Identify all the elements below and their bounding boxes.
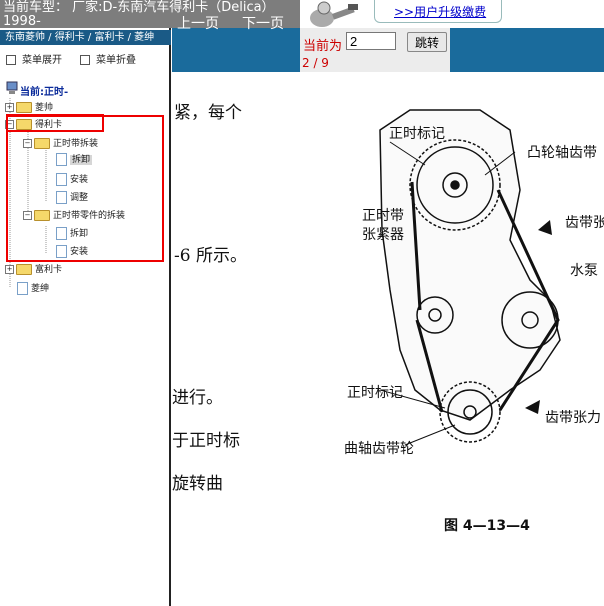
content-line: -6 所示。 — [174, 246, 247, 266]
label-timing-mark-bottom: 正时标记 — [347, 385, 403, 401]
page-count: 2 / 9 — [302, 56, 329, 70]
computer-icon — [6, 81, 18, 94]
folder-icon — [16, 264, 32, 275]
figure-caption: 图 4—13—4 — [444, 518, 530, 534]
expand-icon — [6, 55, 16, 65]
folder-icon — [16, 102, 32, 113]
upgrade-link[interactable]: >>用户升级缴费 — [394, 3, 486, 20]
expand-all-button[interactable]: 菜单展开 — [6, 51, 62, 66]
collapse-all-button[interactable]: 菜单折叠 — [80, 51, 136, 66]
expand-icon: + — [5, 265, 14, 274]
tree-item-lingshen[interactable]: 菱绅 — [17, 281, 49, 297]
label-toothed-belt: 齿带张 — [565, 215, 604, 231]
tree-label: 菱帅 — [35, 103, 54, 113]
tree-item-fulika[interactable]: + 富利卡 — [5, 262, 62, 278]
breadcrumb: 东南菱帅 / 得利卡 / 富利卡 / 菱绅 — [0, 30, 171, 45]
highlight-box-large — [6, 115, 164, 262]
tree-label: 菱绅 — [31, 284, 50, 294]
content-line: 旋转曲 — [172, 474, 223, 494]
tree-label: 富利卡 — [35, 265, 63, 275]
label-crank-sprocket: 曲轴齿带轮 — [344, 441, 414, 457]
sidebar: 东南菱帅 / 得利卡 / 富利卡 / 菱绅 菜单展开 菜单折叠 当前:正时- +… — [0, 28, 171, 606]
collapse-icon — [80, 55, 90, 65]
label-timing-mark-top: 正时标记 — [389, 126, 445, 142]
prev-page-button[interactable]: 上一页 — [177, 13, 219, 33]
expand-all-label: 菜单展开 — [22, 55, 62, 66]
page-number-input[interactable] — [346, 32, 396, 50]
content-line: 进行。 — [172, 388, 223, 408]
content-line: 紧，每个 — [174, 103, 242, 123]
label-cam-sprocket: 凸轮轴齿带 — [527, 145, 597, 161]
collapse-all-label: 菜单折叠 — [96, 55, 136, 66]
current-page-label: 当前为 — [303, 39, 343, 54]
current-node: 当前:正时- — [20, 87, 69, 98]
document-icon — [17, 282, 28, 295]
label-belt-tension: 齿带张力 — [545, 410, 601, 426]
expand-icon: + — [5, 103, 14, 112]
content-line: 于正时标 — [172, 431, 240, 451]
next-page-button[interactable]: 下一页 — [242, 13, 284, 33]
mascot-logo-icon — [310, 1, 358, 27]
label-belt-tensioner: 正时带 张紧器 — [362, 208, 404, 243]
jump-button[interactable]: 跳转 — [407, 32, 447, 52]
label-water-pump: 水泵 — [570, 263, 598, 279]
